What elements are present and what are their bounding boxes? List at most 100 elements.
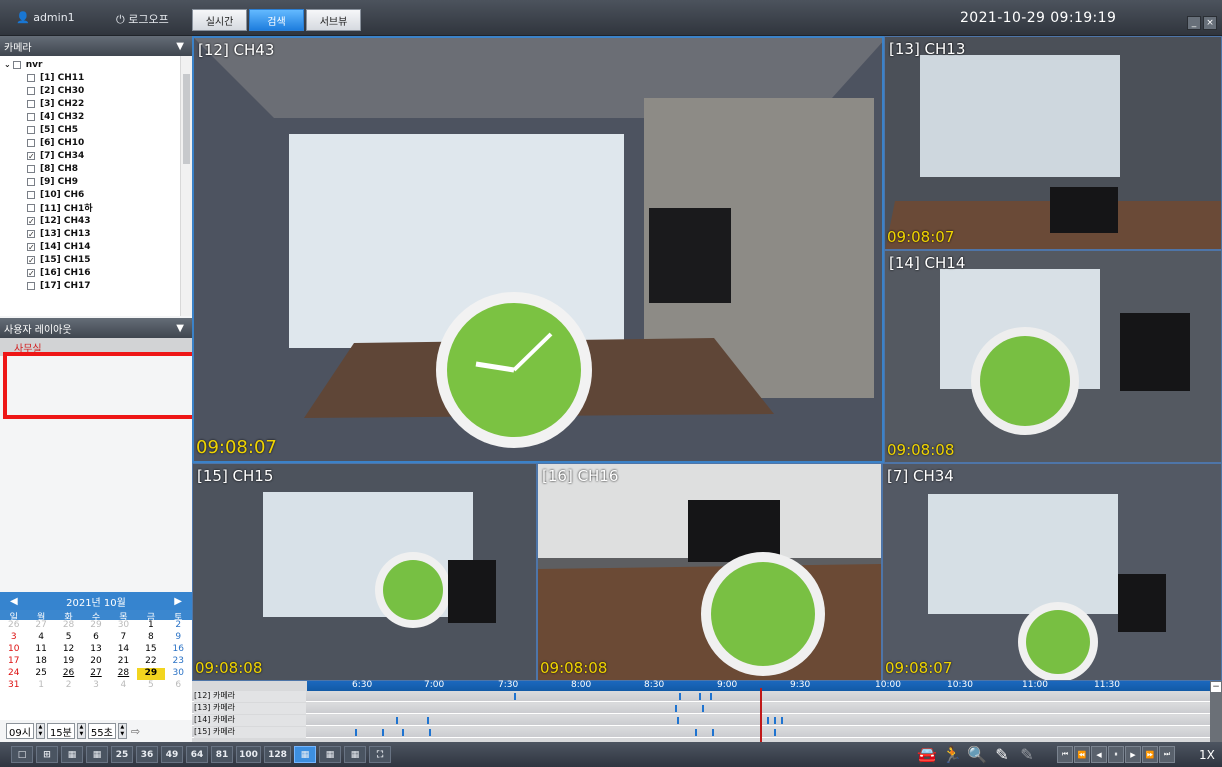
layout-1x1-icon[interactable]: □ bbox=[11, 746, 33, 763]
camera-item[interactable]: ✓ [13] CH13 bbox=[4, 227, 180, 240]
layout-64-button[interactable]: 64 bbox=[186, 746, 208, 763]
event-marker[interactable] bbox=[774, 717, 776, 724]
day[interactable]: 1 bbox=[27, 680, 54, 692]
day[interactable]: 30 bbox=[165, 668, 192, 680]
second-field[interactable]: 55초 bbox=[87, 723, 116, 739]
checkbox[interactable] bbox=[27, 190, 35, 199]
layout-wide-icon[interactable]: ▦ bbox=[319, 746, 341, 763]
day[interactable]: 27 bbox=[82, 668, 109, 680]
day[interactable]: 10 bbox=[0, 644, 27, 656]
layout-36-button[interactable]: 36 bbox=[136, 746, 158, 763]
camera-view-main[interactable]: [12] CH43 09:08:07 bbox=[192, 36, 884, 463]
event-marker[interactable] bbox=[382, 729, 384, 736]
day[interactable]: 9 bbox=[165, 632, 192, 644]
checkbox-checked[interactable]: ✓ bbox=[27, 229, 35, 238]
collapse-button[interactable]: − bbox=[1211, 682, 1221, 692]
minute-field[interactable]: 15분 bbox=[46, 723, 75, 739]
last-frame-icon[interactable]: ⏭ bbox=[1159, 746, 1175, 763]
checkbox[interactable] bbox=[27, 164, 35, 173]
logout-button[interactable]: ⏻ 로그오프 bbox=[116, 11, 169, 27]
day[interactable]: 19 bbox=[55, 656, 82, 668]
day[interactable]: 14 bbox=[110, 644, 137, 656]
day[interactable]: 31 bbox=[0, 680, 27, 692]
day[interactable]: 13 bbox=[82, 644, 109, 656]
day[interactable]: 23 bbox=[165, 656, 192, 668]
day[interactable]: 6 bbox=[165, 680, 192, 692]
layout-25-button[interactable]: 25 bbox=[111, 746, 133, 763]
event-marker[interactable] bbox=[781, 717, 783, 724]
camera-item[interactable]: [9] CH9 bbox=[4, 175, 180, 188]
fullscreen-icon[interactable]: ⛶ bbox=[369, 746, 391, 763]
day[interactable]: 29 bbox=[82, 620, 109, 632]
event-marker[interactable] bbox=[695, 729, 697, 736]
rewind-icon[interactable]: ⏪ bbox=[1074, 746, 1090, 763]
layout-2x2-icon[interactable]: ⊞ bbox=[36, 746, 58, 763]
camera-item[interactable]: [11] CH1하 bbox=[4, 201, 180, 214]
layout-3x3-icon[interactable]: ▦ bbox=[61, 746, 83, 763]
day[interactable]: 30 bbox=[110, 620, 137, 632]
event-marker[interactable] bbox=[699, 693, 701, 700]
layout-panel-header[interactable]: 사용자 레이아웃 ▼ bbox=[0, 318, 192, 338]
day[interactable]: 28 bbox=[110, 668, 137, 680]
camera-item[interactable]: ✓ [7] CH34 bbox=[4, 149, 180, 162]
event-marker[interactable] bbox=[774, 729, 776, 736]
checkbox[interactable] bbox=[27, 86, 35, 95]
checkbox[interactable] bbox=[27, 281, 35, 290]
event-marker[interactable] bbox=[396, 717, 398, 724]
camera-item[interactable]: ✓ [14] CH14 bbox=[4, 240, 180, 253]
event-marker[interactable] bbox=[514, 693, 516, 700]
day[interactable]: 5 bbox=[137, 680, 164, 692]
checkbox[interactable] bbox=[27, 177, 35, 186]
checkbox[interactable] bbox=[27, 99, 35, 108]
day[interactable]: 12 bbox=[55, 644, 82, 656]
day[interactable]: 8 bbox=[137, 632, 164, 644]
day[interactable]: 24 bbox=[0, 668, 27, 680]
zoom-icon[interactable]: 🔍 bbox=[967, 745, 987, 764]
timeline-row[interactable]: [12] 카메라 bbox=[192, 691, 1210, 702]
camera-item[interactable]: ✓ [12] CH43 bbox=[4, 214, 180, 227]
day[interactable]: 11 bbox=[27, 644, 54, 656]
timeline-playhead[interactable] bbox=[760, 688, 762, 742]
day[interactable]: 21 bbox=[110, 656, 137, 668]
day[interactable]: 7 bbox=[110, 632, 137, 644]
day[interactable]: 27 bbox=[27, 620, 54, 632]
next-month-icon[interactable]: ▶ bbox=[174, 596, 182, 607]
checkbox[interactable] bbox=[27, 203, 35, 212]
checkbox[interactable] bbox=[12, 60, 21, 69]
day[interactable]: 26 bbox=[0, 620, 27, 632]
prev-month-icon[interactable]: ◀ bbox=[10, 596, 18, 607]
checkbox-checked[interactable]: ✓ bbox=[27, 255, 35, 264]
day[interactable]: 1 bbox=[137, 620, 164, 632]
day[interactable]: 26 bbox=[55, 668, 82, 680]
camera-view-7[interactable]: [7] CH34 09:08:07 bbox=[882, 463, 1222, 681]
event-marker[interactable] bbox=[702, 705, 704, 712]
scrollbar-thumb[interactable] bbox=[183, 74, 190, 164]
event-marker[interactable] bbox=[675, 705, 677, 712]
day[interactable]: 17 bbox=[0, 656, 27, 668]
event-marker[interactable] bbox=[427, 717, 429, 724]
layout-128-button[interactable]: 128 bbox=[264, 746, 291, 763]
camera-view-15[interactable]: [15] CH15 09:08:08 bbox=[192, 463, 537, 681]
timeline-row[interactable]: [15] 카메라 bbox=[192, 727, 1210, 738]
event-marker[interactable] bbox=[429, 729, 431, 736]
event-marker[interactable] bbox=[710, 693, 712, 700]
step-back-icon[interactable]: ◀ bbox=[1091, 746, 1107, 763]
camera-item[interactable]: [17] CH17 bbox=[4, 279, 180, 292]
camera-item[interactable]: [3] CH22 bbox=[4, 97, 180, 110]
checkbox-checked[interactable]: ✓ bbox=[27, 151, 35, 160]
day[interactable]: 2 bbox=[55, 680, 82, 692]
camera-view-13[interactable]: [13] CH13 09:08:07 bbox=[884, 36, 1222, 250]
hour-field[interactable]: 09시 bbox=[6, 723, 34, 739]
layout-81-button[interactable]: 81 bbox=[211, 746, 233, 763]
day[interactable]: 5 bbox=[55, 632, 82, 644]
day[interactable]: 2 bbox=[165, 620, 192, 632]
layout-49-button[interactable]: 49 bbox=[161, 746, 183, 763]
event-marker[interactable] bbox=[677, 717, 679, 724]
event-marker[interactable] bbox=[767, 717, 769, 724]
layout-custom-icon[interactable]: ▦ bbox=[294, 746, 316, 763]
day[interactable]: 20 bbox=[82, 656, 109, 668]
selected-day[interactable]: 29 bbox=[137, 668, 165, 680]
day[interactable]: 18 bbox=[27, 656, 54, 668]
day[interactable]: 15 bbox=[137, 644, 164, 656]
day[interactable]: 25 bbox=[27, 668, 54, 680]
